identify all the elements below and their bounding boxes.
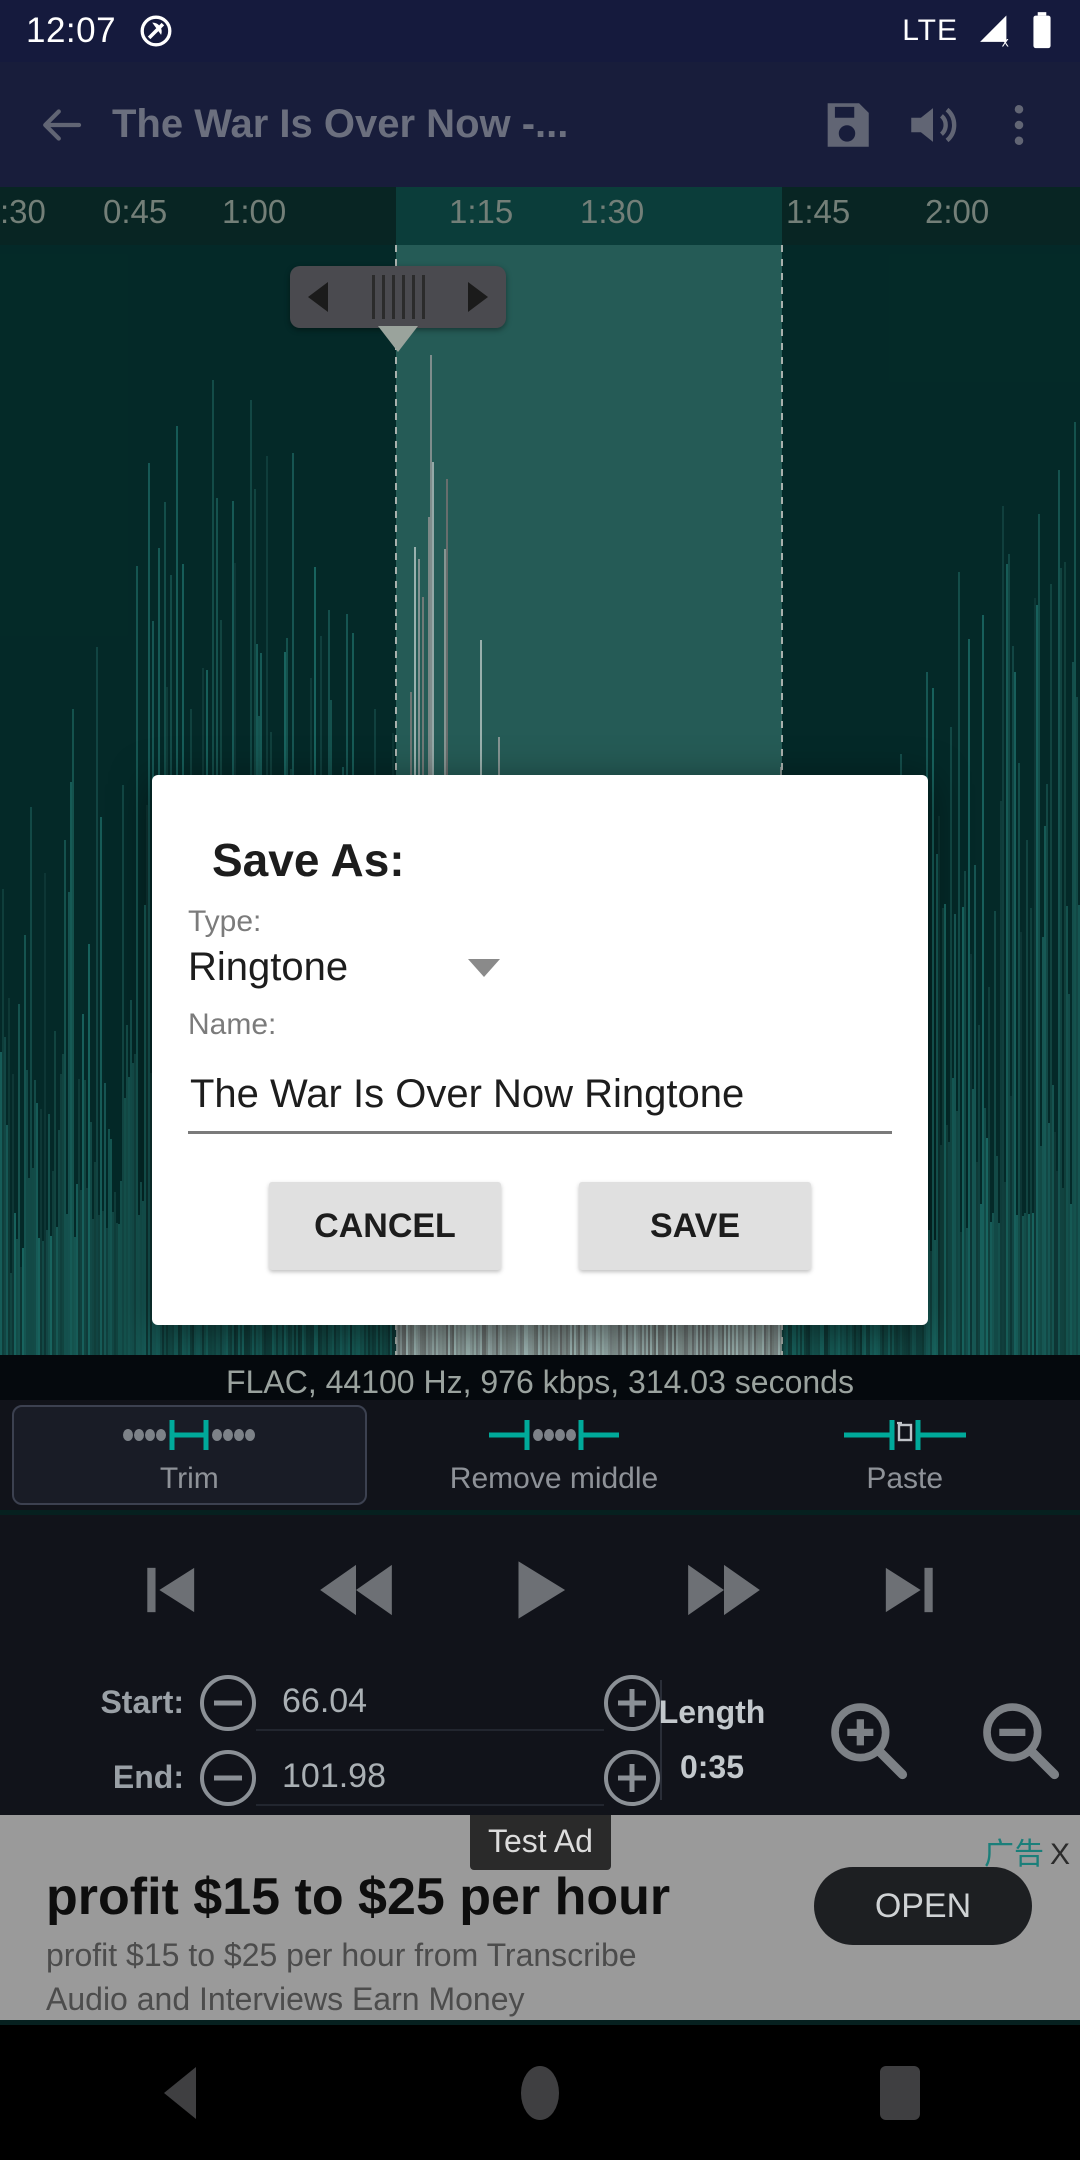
ad-close-icon[interactable]: X [1050, 1838, 1070, 1871]
volume-button[interactable] [890, 82, 976, 168]
nav-back-button[interactable] [120, 2033, 240, 2153]
zoom-out-icon [983, 1703, 1060, 1780]
type-spinner-value: Ringtone [188, 945, 349, 989]
chevron-down-icon[interactable] [468, 958, 500, 977]
end-marker-row: End: 101.98 [0, 1740, 660, 1815]
rewind-icon [320, 1564, 392, 1616]
nav-home-button[interactable] [480, 2033, 600, 2153]
start-value[interactable]: 66.04 [256, 1675, 604, 1731]
play-icon [518, 1561, 566, 1619]
fast-forward-button[interactable] [669, 1535, 779, 1645]
status-bar-clock: 12:07 [26, 11, 117, 50]
type-label: Type: [188, 905, 262, 938]
drag-grip-icon[interactable] [371, 275, 425, 319]
play-button[interactable] [485, 1535, 595, 1645]
start-marker-row: Start: 66.04 [0, 1665, 660, 1740]
length-value: 0:35 [679, 1749, 745, 1785]
trim-label: Trim [159, 1462, 219, 1495]
overflow-menu-icon [1014, 104, 1024, 145]
floppy-save-icon [827, 102, 869, 147]
status-bar-notification-icons [138, 13, 174, 49]
ad-banner[interactable]: Test Ad 广告 X profit $15 to $25 per hour p… [0, 1815, 1080, 2020]
nav-recents-button[interactable] [840, 2033, 960, 2153]
page-title: The War Is Over Now -... [112, 102, 569, 146]
transport-controls [0, 1515, 1080, 1665]
paste-button[interactable]: Paste [729, 1400, 1080, 1510]
back-button[interactable] [18, 82, 104, 168]
fast-forward-icon [688, 1564, 760, 1616]
ad-test-badge: Test Ad [470, 1815, 611, 1870]
trim-button[interactable]: Trim [12, 1405, 367, 1505]
ad-open-button[interactable]: OPEN [814, 1867, 1032, 1945]
type-spinner[interactable]: Ringtone [188, 945, 892, 990]
name-input[interactable]: The War Is Over Now Ringtone [188, 1064, 892, 1134]
ad-headline: profit $15 to $25 per hour [46, 1868, 671, 1926]
marker-controls: Start: 66.04 End: 101.98 Length 0:35 [0, 1665, 1080, 1815]
app-bar: The War Is Over Now -... [0, 62, 1080, 187]
ad-body-line-1: profit $15 to $25 per hour from Transcri… [46, 1937, 637, 1973]
dialog-actions: CANCEL SAVE [188, 1182, 892, 1270]
end-plus-button[interactable] [604, 1749, 660, 1806]
end-value[interactable]: 101.98 [256, 1750, 604, 1806]
overflow-menu-button[interactable] [976, 82, 1062, 168]
audio-editor-screen: 12:07 LTE x The War Is Over Now -...:30… [0, 0, 1080, 2160]
zoom-out-button[interactable] [974, 1694, 1066, 1786]
length-readout: Length 0:35 [659, 1694, 766, 1786]
rewind-button[interactable] [301, 1535, 411, 1645]
back-arrow-icon [43, 108, 82, 141]
cancel-button[interactable]: CANCEL [269, 1182, 501, 1270]
network-type-label: LTE [902, 14, 958, 47]
skip-previous-button[interactable] [117, 1535, 227, 1645]
system-navigation-bar [0, 2025, 1080, 2160]
paste-label: Paste [866, 1462, 944, 1495]
status-bar: 12:07 LTE x [0, 0, 1080, 62]
arrow-left-icon[interactable] [308, 282, 328, 312]
start-minus-button[interactable] [200, 1674, 256, 1731]
status-bar-system-icons: LTE x [902, 12, 1054, 50]
signal-no-service-icon: x [980, 15, 1009, 48]
edit-toolbar: Trim Remove middle Paste [0, 1400, 1080, 1510]
save-dialog-button[interactable]: SAVE [579, 1182, 811, 1270]
zoom-in-button[interactable] [822, 1694, 914, 1786]
battery-icon [1033, 12, 1051, 49]
selection-drag-handle[interactable] [290, 266, 506, 328]
start-label: Start: [100, 1684, 184, 1720]
end-minus-button[interactable] [200, 1749, 256, 1806]
nav-back-icon [164, 2066, 196, 2119]
remove-middle-icon [489, 1420, 619, 1450]
start-plus-button[interactable] [604, 1674, 660, 1731]
paste-icon [843, 1420, 966, 1450]
remove-middle-label: Remove middle [449, 1462, 659, 1495]
arrow-right-icon[interactable] [468, 282, 488, 312]
length-label: Length [658, 1694, 766, 1730]
nav-home-icon [521, 2065, 559, 2120]
save-button[interactable] [804, 82, 890, 168]
dialog-title: Save As: [212, 834, 405, 886]
svg-text:x: x [1002, 33, 1009, 48]
zoom-in-icon [831, 1703, 908, 1780]
skip-next-button[interactable] [853, 1535, 963, 1645]
skip-previous-icon [147, 1567, 195, 1613]
remove-middle-button[interactable]: Remove middle [379, 1400, 730, 1510]
volume-up-icon [911, 107, 957, 142]
end-label: End: [112, 1759, 184, 1795]
nav-recents-icon [880, 2065, 920, 2120]
skip-next-icon [885, 1567, 933, 1613]
ad-body-line-2: Audio and Interviews Earn Money [46, 1981, 525, 2017]
name-label: Name: [188, 1008, 277, 1041]
selection-handle-pointer [378, 326, 418, 352]
save-as-dialog: Save As: Type: Ringtone Name: The War Is… [152, 775, 928, 1325]
trim-icon [123, 1420, 256, 1450]
do-not-disturb-icon [140, 15, 172, 47]
